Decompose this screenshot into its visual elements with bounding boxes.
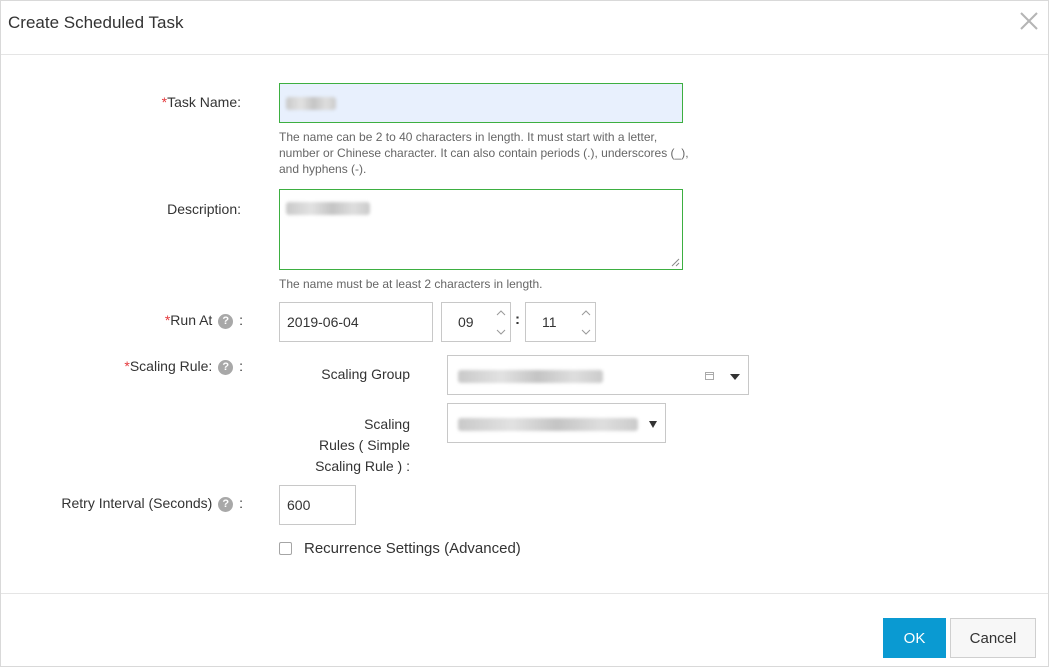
chevron-down-icon[interactable] [730, 374, 740, 380]
hour-up-icon[interactable] [492, 304, 510, 322]
minute-value: 11 [542, 314, 557, 330]
retry-interval-input[interactable]: 600 [279, 485, 356, 525]
minute-stepper[interactable]: 11 [525, 302, 596, 342]
help-icon[interactable]: ? [218, 314, 234, 329]
task-name-label: *Task Name: [161, 94, 241, 110]
minute-up-icon[interactable] [577, 304, 595, 322]
scaling-group-label: Scaling Group [321, 366, 410, 382]
redacted-value [286, 202, 370, 215]
ok-button[interactable]: OK [883, 618, 946, 658]
recurrence-label[interactable]: Recurrence Settings (Advanced) [304, 540, 521, 557]
task-name-hint: The name can be 2 to 40 characters in le… [279, 130, 689, 176]
redacted-value [286, 97, 336, 110]
run-at-label: *Run At ? : [164, 312, 243, 329]
retry-interval-label: Retry Interval (Seconds) ? : [61, 495, 243, 512]
clear-icon[interactable] [704, 370, 715, 381]
close-icon[interactable] [1017, 9, 1041, 33]
minute-down-icon[interactable] [577, 323, 595, 341]
description-textarea[interactable] [279, 189, 683, 270]
scaling-group-select[interactable] [447, 355, 749, 395]
time-separator: : [515, 311, 520, 328]
cancel-button[interactable]: Cancel [950, 618, 1036, 658]
run-at-date-input[interactable]: 2019-06-04 [279, 302, 433, 342]
scaling-rules-label: Scaling Rules ( Simple Scaling Rule ) : [315, 416, 410, 474]
resize-handle-icon[interactable] [671, 258, 680, 267]
task-name-input[interactable] [279, 83, 683, 123]
dialog-header: Create Scheduled Task [1, 1, 1048, 55]
help-icon[interactable]: ? [218, 497, 234, 512]
dialog-title: Create Scheduled Task [8, 13, 184, 32]
hour-down-icon[interactable] [492, 323, 510, 341]
scaling-rules-select[interactable] [447, 403, 666, 443]
recurrence-checkbox[interactable] [279, 542, 292, 555]
redacted-value [458, 418, 638, 431]
scaling-rule-label: *Scaling Rule: ? : [124, 358, 243, 375]
hour-value: 09 [458, 314, 474, 330]
help-icon[interactable]: ? [218, 360, 234, 375]
description-hint: The name must be at least 2 characters i… [279, 277, 543, 291]
redacted-value [458, 370, 603, 383]
dialog-footer: OK Cancel [1, 593, 1048, 666]
create-scheduled-task-dialog: Create Scheduled Task *Task Name: The na… [0, 0, 1049, 667]
hour-stepper[interactable]: 09 [441, 302, 511, 342]
description-label: Description: [167, 201, 241, 217]
chevron-down-icon[interactable] [649, 421, 657, 428]
